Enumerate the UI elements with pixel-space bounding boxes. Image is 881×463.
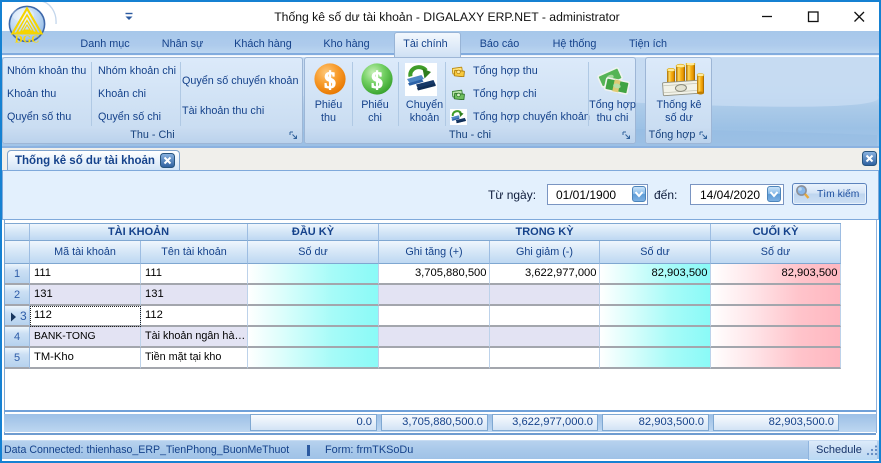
svg-text:$: $ <box>324 68 336 93</box>
svg-text:$: $ <box>371 68 383 93</box>
svg-text:DGC: DGC <box>15 34 40 44</box>
